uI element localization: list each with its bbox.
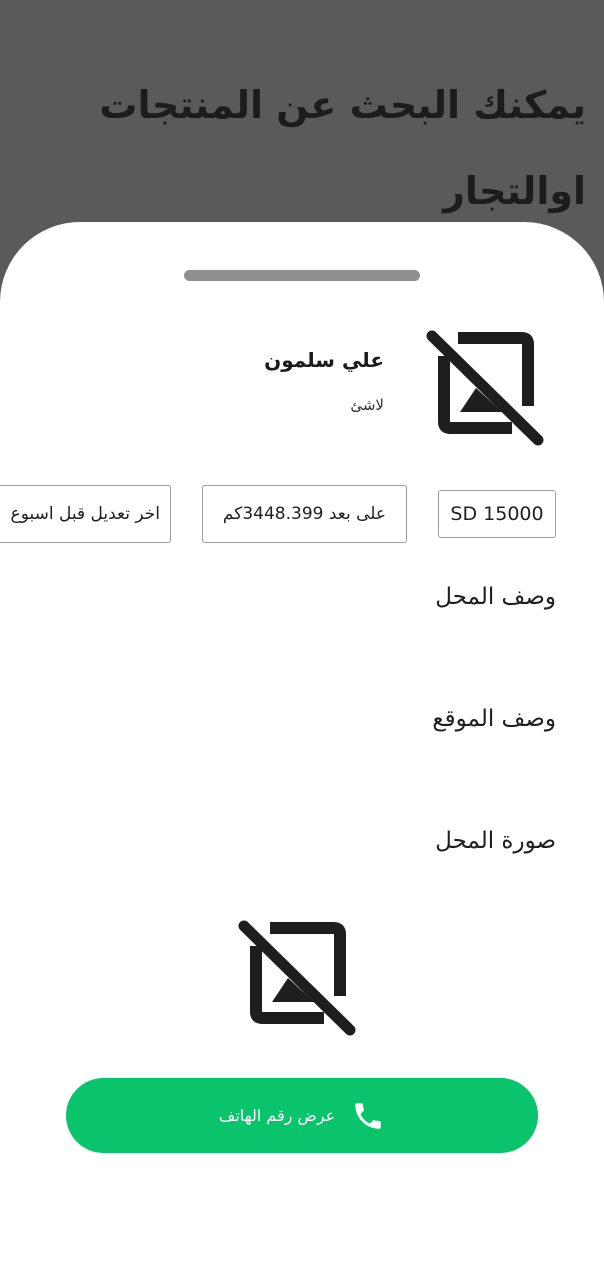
broken-image-icon <box>238 920 356 1036</box>
distance-chip: على بعد 3448.399كم <box>202 485 407 543</box>
merchant-name: علي سلمون <box>264 348 384 372</box>
price-chip-label: SD 15000 <box>450 503 544 525</box>
shop-description-label: وصف المحل <box>435 584 556 610</box>
merchant-subtitle: لاشئ <box>350 396 384 414</box>
show-phone-button[interactable]: عرض رقم الهاتف <box>66 1078 538 1153</box>
bottom-sheet: علي سلمون لاشئ SD 15000 على بعد 3448.399… <box>0 222 604 1280</box>
show-phone-button-label: عرض رقم الهاتف <box>218 1106 336 1125</box>
last-modified-chip-label: اخر تعديل قبل اسبوع <box>10 504 160 524</box>
broken-image-icon <box>426 330 544 446</box>
price-chip: SD 15000 <box>438 490 556 538</box>
location-description-label: وصف الموقع <box>432 706 556 732</box>
phone-icon <box>355 1102 381 1129</box>
last-modified-chip: اخر تعديل قبل اسبوع <box>0 485 171 543</box>
drag-handle[interactable] <box>184 270 420 281</box>
distance-chip-label: على بعد 3448.399كم <box>222 504 387 524</box>
shop-photo-label: صورة المحل <box>435 828 556 854</box>
backdrop-title: يمكنك البحث عن المنتجات اوالتجار <box>99 83 586 213</box>
